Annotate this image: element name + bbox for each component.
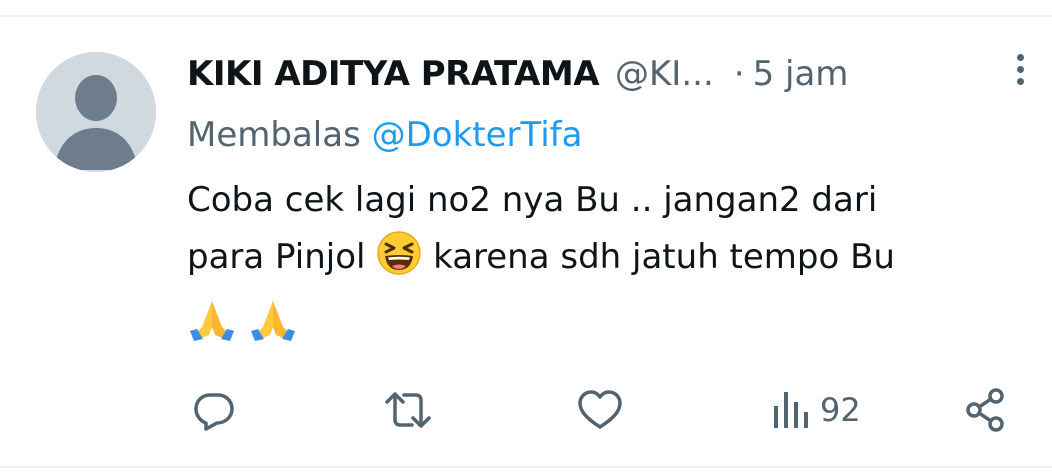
views-icon [774, 392, 808, 428]
tweet-text: Coba cek lagi no2 nya Bu .. jangan2 dari… [187, 172, 1037, 359]
retweet-button[interactable] [382, 385, 434, 435]
default-avatar-icon [36, 52, 156, 172]
author-handle[interactable]: @KI... [615, 54, 714, 94]
reply-prefix: Membalas [187, 115, 361, 155]
retweet-icon [385, 392, 431, 428]
tweet-text-line-2: para Pinjol karena sdh jatuh tempo Bu [187, 229, 1037, 294]
reply-button[interactable] [190, 385, 238, 435]
tweet-header: KIKI ADITYA PRATAMA @KI... · 5 jam [187, 46, 1037, 102]
author-name[interactable]: KIKI ADITYA PRATAMA [187, 54, 600, 94]
separator-dot: · [733, 54, 745, 94]
share-button[interactable] [962, 385, 1008, 435]
tweet-content: KIKI ADITYA PRATAMA @KI... · 5 jam Memba… [187, 46, 1037, 359]
avatar[interactable] [36, 52, 156, 172]
share-icon [966, 388, 1004, 432]
timestamp[interactable]: 5 jam [753, 54, 849, 94]
tweet-text-part-a: para Pinjol [187, 237, 366, 277]
reply-mention-link[interactable]: @DokterTifa [372, 115, 583, 155]
tweet-text-line-3 [187, 294, 1037, 359]
top-divider [0, 15, 1052, 17]
views-button[interactable]: 92 [772, 385, 861, 435]
more-vertical-icon[interactable] [1013, 54, 1027, 94]
tweet-text-line-1: Coba cek lagi no2 nya Bu .. jangan2 dari [187, 180, 878, 220]
folded-hands-icon [187, 297, 237, 359]
folded-hands-icon [248, 297, 298, 359]
like-button[interactable] [576, 385, 624, 435]
reply-context: Membalas @DokterTifa [187, 110, 1037, 160]
bottom-divider [0, 466, 1052, 468]
reply-icon [194, 393, 234, 431]
tweet-text-part-b: karena sdh jatuh tempo Bu [433, 237, 895, 277]
laughing-face-icon [376, 230, 422, 294]
action-bar: 92 [190, 385, 1020, 435]
views-count: 92 [820, 391, 861, 429]
like-icon [578, 390, 622, 429]
